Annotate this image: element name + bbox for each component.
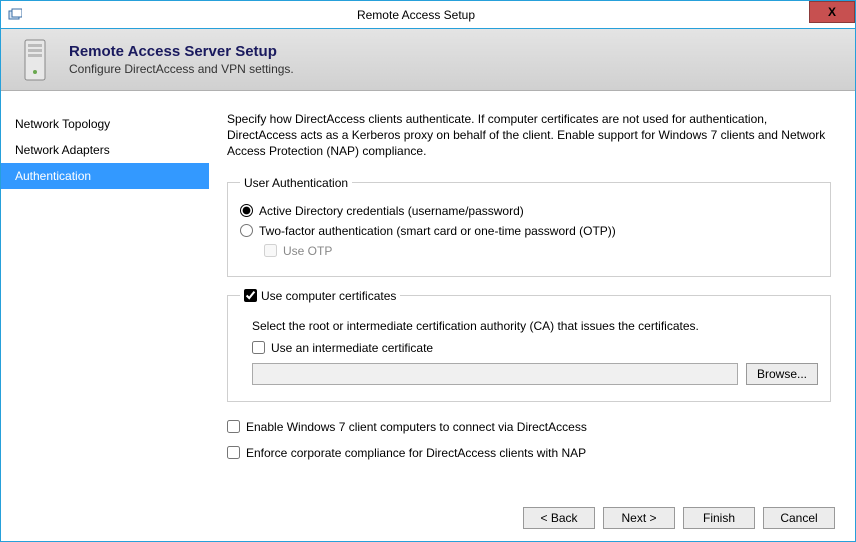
header-title: Remote Access Server Setup (69, 43, 294, 60)
wizard-buttonbar: < Back Next > Finish Cancel (1, 497, 855, 541)
cancel-button[interactable]: Cancel (763, 507, 835, 529)
next-button[interactable]: Next > (603, 507, 675, 529)
cert-description: Select the root or intermediate certific… (252, 319, 818, 333)
close-button[interactable]: X (809, 1, 855, 23)
checkbox-use-otp-input (264, 244, 277, 257)
sidebar-item-authentication[interactable]: Authentication (1, 163, 209, 189)
app-icon (7, 7, 23, 23)
back-button[interactable]: < Back (523, 507, 595, 529)
radio-ad-credentials[interactable]: Active Directory credentials (username/p… (240, 204, 818, 218)
checkbox-use-computer-certs[interactable] (244, 289, 257, 302)
computer-certificates-group: Use computer certificates Select the roo… (227, 289, 831, 402)
radio-ad-input[interactable] (240, 204, 253, 217)
checkbox-intermediate-label: Use an intermediate certificate (271, 341, 433, 355)
wizard-content: Specify how DirectAccess clients authent… (209, 91, 855, 497)
checkbox-intermediate-cert[interactable]: Use an intermediate certificate (252, 341, 818, 355)
checkbox-win7-label: Enable Windows 7 client computers to con… (246, 420, 587, 434)
sidebar-item-network-topology[interactable]: Network Topology (1, 111, 209, 137)
titlebar: Remote Access Setup X (1, 1, 855, 29)
checkbox-nap-input[interactable] (227, 446, 240, 459)
user-auth-legend: User Authentication (240, 176, 352, 190)
radio-two-factor[interactable]: Two-factor authentication (smart card or… (240, 224, 818, 238)
radio-twofactor-input[interactable] (240, 224, 253, 237)
cert-path-input[interactable] (252, 363, 738, 385)
checkbox-nap-label: Enforce corporate compliance for DirectA… (246, 446, 586, 460)
checkbox-intermediate-input[interactable] (252, 341, 265, 354)
user-authentication-group: User Authentication Active Directory cre… (227, 176, 831, 277)
cert-legend-label: Use computer certificates (261, 289, 396, 303)
checkbox-win7-clients[interactable]: Enable Windows 7 client computers to con… (227, 420, 831, 434)
wizard-header: Remote Access Server Setup Configure Dir… (1, 29, 855, 91)
cert-legend[interactable]: Use computer certificates (240, 289, 400, 303)
checkbox-nap-compliance[interactable]: Enforce corporate compliance for DirectA… (227, 446, 831, 460)
checkbox-use-otp-label: Use OTP (283, 244, 332, 258)
header-subtitle: Configure DirectAccess and VPN settings. (69, 62, 294, 76)
server-icon (15, 36, 57, 84)
close-icon: X (828, 5, 836, 19)
radio-twofactor-label: Two-factor authentication (smart card or… (259, 224, 616, 238)
sidebar-item-network-adapters[interactable]: Network Adapters (1, 137, 209, 163)
browse-button[interactable]: Browse... (746, 363, 818, 385)
window-title: Remote Access Setup (23, 8, 809, 22)
finish-button[interactable]: Finish (683, 507, 755, 529)
radio-ad-label: Active Directory credentials (username/p… (259, 204, 524, 218)
page-description: Specify how DirectAccess clients authent… (227, 111, 831, 160)
wizard-sidebar: Network Topology Network Adapters Authen… (1, 91, 209, 497)
checkbox-use-otp: Use OTP (264, 244, 818, 258)
checkbox-win7-input[interactable] (227, 420, 240, 433)
